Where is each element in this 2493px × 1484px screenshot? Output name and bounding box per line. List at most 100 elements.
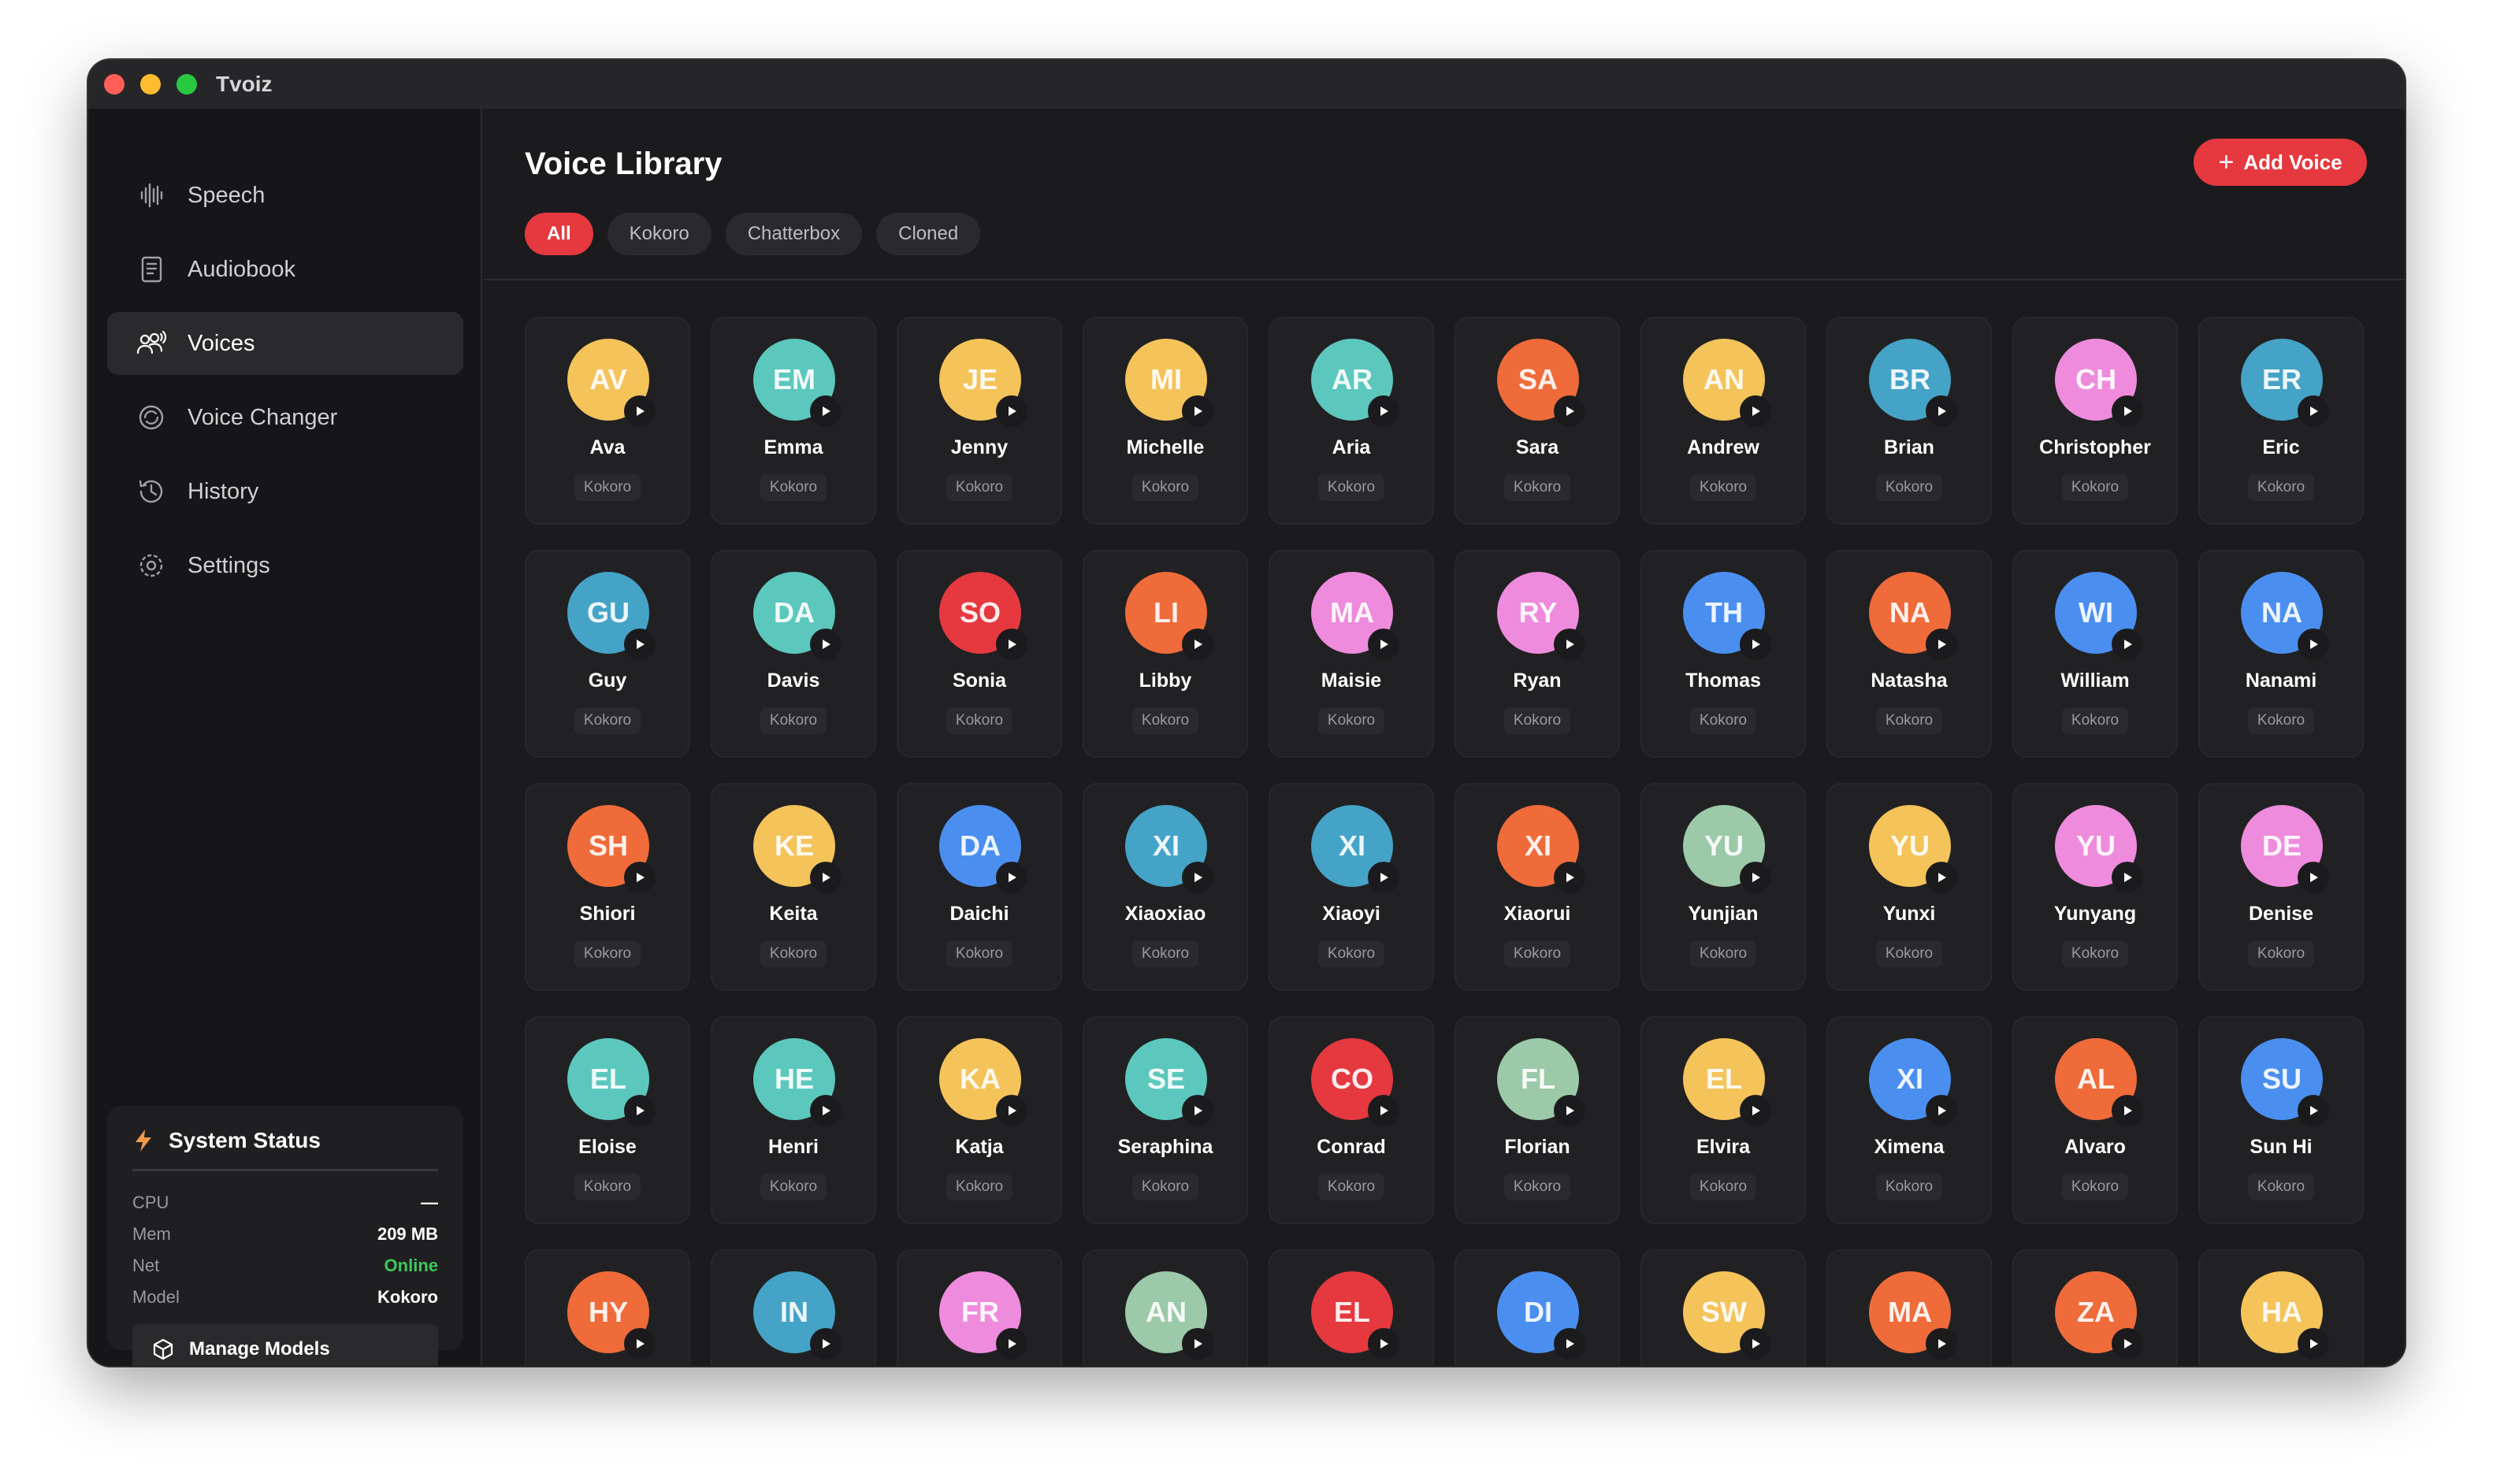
play-preview-button[interactable] [1926,1328,1957,1360]
play-preview-button[interactable] [2298,629,2329,660]
sidebar-item-audiobook[interactable]: Audiobook [107,238,463,301]
voice-card[interactable]: DA Davis Kokoro [711,550,876,758]
play-preview-button[interactable] [996,1095,1027,1126]
play-preview-button[interactable] [2112,1095,2143,1126]
voice-card[interactable]: JE Jenny Kokoro [897,317,1062,525]
play-preview-button[interactable] [1368,1095,1399,1126]
play-preview-button[interactable] [1368,1328,1399,1360]
play-preview-button[interactable] [1368,629,1399,660]
sidebar-item-speech[interactable]: Speech [107,164,463,227]
voice-card[interactable]: AV Ava Kokoro [525,317,690,525]
sidebar-item-history[interactable]: History [107,460,463,523]
sidebar-item-settings[interactable]: Settings [107,534,463,597]
play-preview-button[interactable] [996,862,1027,893]
filter-chip-cloned[interactable]: Cloned [876,213,981,255]
voice-card[interactable]: HE Henri Kokoro [711,1016,876,1224]
play-preview-button[interactable] [1926,629,1957,660]
voice-card[interactable]: ZA [2012,1249,2178,1366]
voice-card[interactable]: SH Shiori Kokoro [525,783,690,991]
play-preview-button[interactable] [1182,395,1213,427]
play-preview-button[interactable] [1740,1095,1771,1126]
voice-card[interactable]: GU Guy Kokoro [525,550,690,758]
voice-card[interactable]: DA Daichi Kokoro [897,783,1062,991]
play-preview-button[interactable] [2112,862,2143,893]
play-preview-button[interactable] [624,1095,656,1126]
voice-card[interactable]: CO Conrad Kokoro [1269,1016,1434,1224]
play-preview-button[interactable] [2298,395,2329,427]
play-preview-button[interactable] [2298,1328,2329,1360]
voice-card[interactable]: CH Christopher Kokoro [2012,317,2178,525]
voice-card[interactable]: HY [525,1249,690,1366]
voice-card[interactable]: BR Brian Kokoro [1826,317,1992,525]
voice-card[interactable]: EL Elvira Kokoro [1640,1016,1806,1224]
voice-card[interactable]: SW [1640,1249,1806,1366]
play-preview-button[interactable] [1368,395,1399,427]
play-preview-button[interactable] [1182,629,1213,660]
play-preview-button[interactable] [1368,862,1399,893]
voice-card[interactable]: FL Florian Kokoro [1455,1016,1620,1224]
voice-card[interactable]: HA [2198,1249,2364,1366]
play-preview-button[interactable] [1740,629,1771,660]
play-preview-button[interactable] [996,395,1027,427]
play-preview-button[interactable] [810,395,842,427]
voice-card[interactable]: YU Yunyang Kokoro [2012,783,2178,991]
play-preview-button[interactable] [1182,1095,1213,1126]
voice-card[interactable]: MI Michelle Kokoro [1083,317,1248,525]
play-preview-button[interactable] [624,629,656,660]
voice-card[interactable]: WI William Kokoro [2012,550,2178,758]
play-preview-button[interactable] [810,629,842,660]
play-preview-button[interactable] [2298,1095,2329,1126]
voice-card[interactable]: AN Andrew Kokoro [1640,317,1806,525]
voice-card[interactable]: AL Alvaro Kokoro [2012,1016,2178,1224]
play-preview-button[interactable] [1554,1328,1585,1360]
voice-card[interactable]: DI [1455,1249,1620,1366]
play-preview-button[interactable] [624,395,656,427]
play-preview-button[interactable] [2112,395,2143,427]
voice-card[interactable]: AN [1083,1249,1248,1366]
play-preview-button[interactable] [2112,629,2143,660]
voice-card[interactable]: SA Sara Kokoro [1455,317,1620,525]
play-preview-button[interactable] [1554,395,1585,427]
filter-chip-kokoro[interactable]: Kokoro [607,213,711,255]
voice-card[interactable]: KE Keita Kokoro [711,783,876,991]
play-preview-button[interactable] [1926,1095,1957,1126]
voice-card[interactable]: FR [897,1249,1062,1366]
voice-card[interactable]: NA Nanami Kokoro [2198,550,2364,758]
voice-card[interactable]: TH Thomas Kokoro [1640,550,1806,758]
play-preview-button[interactable] [810,1095,842,1126]
voice-card[interactable]: EM Emma Kokoro [711,317,876,525]
voice-card[interactable]: KA Katja Kokoro [897,1016,1062,1224]
filter-chip-all[interactable]: All [525,213,593,255]
close-window-button[interactable] [104,74,124,95]
filter-chip-chatterbox[interactable]: Chatterbox [725,213,863,255]
play-preview-button[interactable] [1554,1095,1585,1126]
voice-card[interactable]: LI Libby Kokoro [1083,550,1248,758]
voice-card[interactable]: EL [1269,1249,1434,1366]
play-preview-button[interactable] [1554,629,1585,660]
play-preview-button[interactable] [1926,862,1957,893]
voice-card[interactable]: SU Sun Hi Kokoro [2198,1016,2364,1224]
voice-card[interactable]: AR Aria Kokoro [1269,317,1434,525]
voice-card[interactable]: IN [711,1249,876,1366]
voice-card[interactable]: NA Natasha Kokoro [1826,550,1992,758]
voice-card[interactable]: XI Xiaorui Kokoro [1455,783,1620,991]
voice-card[interactable]: RY Ryan Kokoro [1455,550,1620,758]
play-preview-button[interactable] [2298,862,2329,893]
play-preview-button[interactable] [1740,862,1771,893]
voice-card[interactable]: XI Xiaoyi Kokoro [1269,783,1434,991]
play-preview-button[interactable] [1926,395,1957,427]
voice-card[interactable]: YU Yunxi Kokoro [1826,783,1992,991]
sidebar-item-voices[interactable]: Voices [107,312,463,375]
voice-card[interactable]: SO Sonia Kokoro [897,550,1062,758]
voice-card[interactable]: EL Eloise Kokoro [525,1016,690,1224]
play-preview-button[interactable] [810,1328,842,1360]
play-preview-button[interactable] [1740,1328,1771,1360]
play-preview-button[interactable] [624,862,656,893]
voice-card[interactable]: MA [1826,1249,1992,1366]
play-preview-button[interactable] [1182,1328,1213,1360]
voice-card[interactable]: SE Seraphina Kokoro [1083,1016,1248,1224]
voice-card[interactable]: XI Xiaoxiao Kokoro [1083,783,1248,991]
voice-card[interactable]: XI Ximena Kokoro [1826,1016,1992,1224]
play-preview-button[interactable] [1554,862,1585,893]
play-preview-button[interactable] [996,629,1027,660]
